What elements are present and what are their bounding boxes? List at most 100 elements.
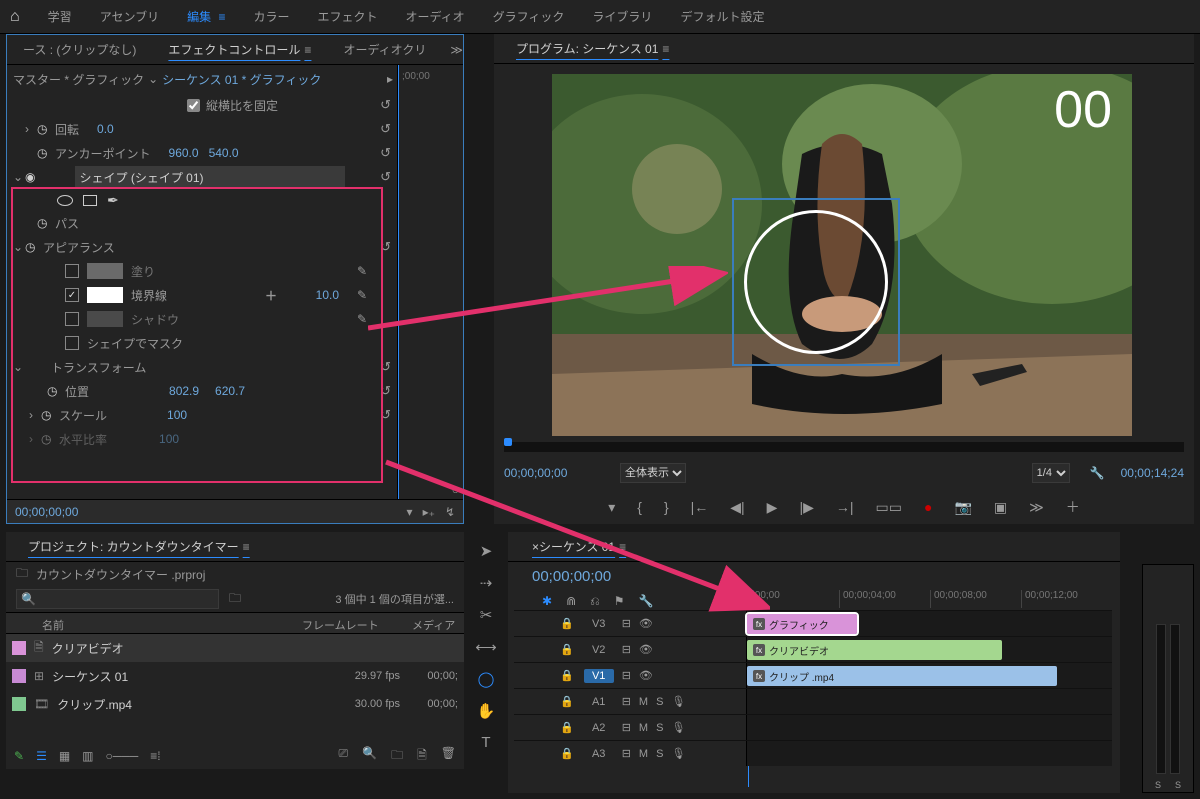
mute-icon[interactable]: M [639, 696, 648, 708]
project-row[interactable]: ⊞ シーケンス 01 29.97 fps 00;00; [6, 662, 464, 690]
lock-icon[interactable]: 🔒 [560, 643, 574, 656]
eye-icon[interactable]: 👁 [639, 669, 653, 682]
track-lane[interactable]: fxクリップ .mp4 [746, 663, 1112, 688]
hand-tool-icon[interactable]: ✋ [477, 702, 496, 720]
reset-icon[interactable]: ↺ [380, 407, 391, 423]
mute-icon[interactable]: M [639, 748, 648, 760]
voiceover-icon[interactable]: 🎙 [671, 721, 685, 734]
fill-checkbox[interactable] [65, 264, 79, 278]
lock-icon[interactable]: 🔒 [560, 747, 574, 760]
project-row[interactable]: 🗎 クリアビデオ [6, 634, 464, 662]
selection-tool-icon[interactable]: ➤ [480, 542, 493, 560]
marker-icon[interactable]: ⚑ [614, 594, 625, 609]
program-scrubber[interactable] [504, 442, 1184, 452]
track-label[interactable]: V2 [584, 644, 614, 656]
zoom-slider[interactable]: ○─── [106, 749, 139, 763]
shadow-checkbox[interactable] [65, 312, 79, 326]
tab-sequence[interactable]: × シーケンス 01 ≡ [514, 532, 642, 561]
track-label[interactable]: V3 [584, 618, 614, 630]
play-icon[interactable]: ▶ [767, 499, 778, 516]
lock-icon[interactable]: 🔒 [560, 695, 574, 708]
stopwatch-icon[interactable]: ◷ [37, 216, 51, 230]
voiceover-icon[interactable]: 🎙 [671, 747, 685, 760]
collapse-icon[interactable]: ⌄ [13, 170, 25, 184]
sort-icon[interactable]: ≡⁞ [150, 749, 160, 763]
collapse-icon[interactable]: ⌄ [13, 240, 25, 254]
snap-icon[interactable]: ✱ [542, 594, 552, 609]
hscale-value[interactable]: 100 [159, 432, 179, 446]
razor-tool-icon[interactable]: ⟷ [475, 638, 497, 656]
collapse-icon[interactable]: ⌄ [13, 360, 25, 374]
tab-effect-controls[interactable]: エフェクトコントロール ≡ [152, 35, 327, 64]
find-icon[interactable]: 🔍 [362, 746, 377, 767]
expand-icon[interactable]: › [29, 432, 41, 446]
solo-icon[interactable]: S [656, 722, 663, 734]
mute-icon[interactable]: ⊟ [622, 695, 631, 708]
timeline-clip[interactable]: fxクリップ .mp4 [747, 666, 1057, 686]
aspect-lock-checkbox[interactable] [187, 99, 200, 112]
lock-icon[interactable]: 🔒 [560, 617, 574, 630]
lift-icon[interactable]: ▭▭ [876, 499, 902, 516]
track-lane[interactable]: fxクリアビデオ [746, 637, 1112, 662]
ec-mini-timeline[interactable]: ;00;00 ○ [397, 65, 463, 523]
play-mini-icon[interactable]: ▸ [387, 72, 397, 86]
wrench-icon[interactable]: ↯ [445, 505, 455, 519]
reset-icon[interactable]: ↺ [380, 239, 391, 255]
eyedropper-icon[interactable]: ✎ [357, 288, 367, 302]
track-lane[interactable]: fxグラフィック [746, 611, 1112, 636]
eye-icon[interactable]: 👁 [639, 643, 653, 656]
reset-icon[interactable]: ↺ [380, 97, 391, 113]
scroll-handle[interactable]: ○ [452, 483, 459, 497]
program-tc-left[interactable]: 00;00;00;00 [504, 466, 604, 480]
track-label[interactable]: A3 [584, 748, 614, 760]
ws-edit[interactable]: 編集 ≡ [187, 8, 225, 25]
timeline-timecode[interactable]: 00;00;00;00 [532, 568, 611, 585]
add-stroke-icon[interactable]: ＋ [265, 287, 277, 304]
pen-icon[interactable]: ✒ [107, 192, 119, 209]
ws-learn[interactable]: 学習 [48, 8, 72, 25]
reset-icon[interactable]: ↺ [380, 383, 391, 399]
reset-icon[interactable]: ↺ [380, 145, 391, 161]
reset-icon[interactable]: ↺ [380, 121, 391, 137]
auto-seq-icon[interactable]: ⎚ [339, 746, 349, 767]
pencil-icon[interactable]: ✎ [14, 749, 24, 763]
project-row[interactable]: 🎞 クリップ.mp4 30.00 fps 00;00; [6, 690, 464, 718]
reset-icon[interactable]: ↺ [380, 169, 391, 185]
keyframe-nav-icon[interactable]: ▸₊ [423, 505, 435, 519]
rectangle-icon[interactable] [83, 195, 97, 206]
ellipse-icon[interactable] [57, 195, 73, 206]
tab-program[interactable]: プログラム: シーケンス 01 ≡ [500, 34, 685, 63]
expand-icon[interactable]: › [25, 122, 37, 136]
stopwatch-icon[interactable]: ◷ [37, 146, 51, 160]
ws-effects[interactable]: エフェクト [317, 8, 377, 25]
linked-sel-icon[interactable]: ⎌ [590, 594, 600, 609]
ellipse-tool-icon[interactable]: ◯ [478, 670, 495, 688]
stopwatch-icon[interactable]: ◷ [41, 432, 55, 446]
track-select-tool-icon[interactable]: ⇢ [480, 574, 493, 592]
resolution-select[interactable]: 1/4 [1032, 463, 1070, 483]
ws-color[interactable]: カラー [253, 8, 289, 25]
fill-swatch[interactable] [87, 263, 123, 279]
rotation-value[interactable]: 0.0 [97, 122, 114, 136]
export-frame-icon[interactable]: 📷 [954, 499, 971, 516]
shadow-swatch[interactable] [87, 311, 123, 327]
track-lane[interactable] [746, 741, 1112, 766]
shape-header[interactable]: シェイプ (シェイプ 01) [75, 166, 345, 188]
toggle-icon[interactable]: ⊟ [622, 617, 631, 630]
ws-graphics[interactable]: グラフィック [493, 8, 565, 25]
toggle-icon[interactable]: ⊟ [622, 643, 631, 656]
tab-overflow[interactable]: ≫ [442, 43, 471, 57]
track-lane[interactable] [746, 715, 1112, 740]
mark-out-icon[interactable]: } [664, 499, 669, 515]
new-item-icon[interactable]: 🗎 [417, 746, 427, 767]
stopwatch-icon[interactable]: ◷ [25, 240, 39, 254]
button-editor-icon[interactable]: ＋ [1066, 497, 1080, 517]
list-view-icon[interactable]: ☰ [36, 749, 47, 763]
stroke-value[interactable]: 10.0 [316, 288, 339, 302]
anchor-y-value[interactable]: 540.0 [209, 146, 239, 160]
comparison-icon[interactable]: ▣ [994, 499, 1007, 516]
eye-icon[interactable]: ◉ [25, 170, 35, 184]
go-in-icon[interactable]: |← [691, 499, 709, 515]
eye-icon[interactable]: 👁 [639, 617, 653, 630]
mute-icon[interactable]: M [639, 722, 648, 734]
